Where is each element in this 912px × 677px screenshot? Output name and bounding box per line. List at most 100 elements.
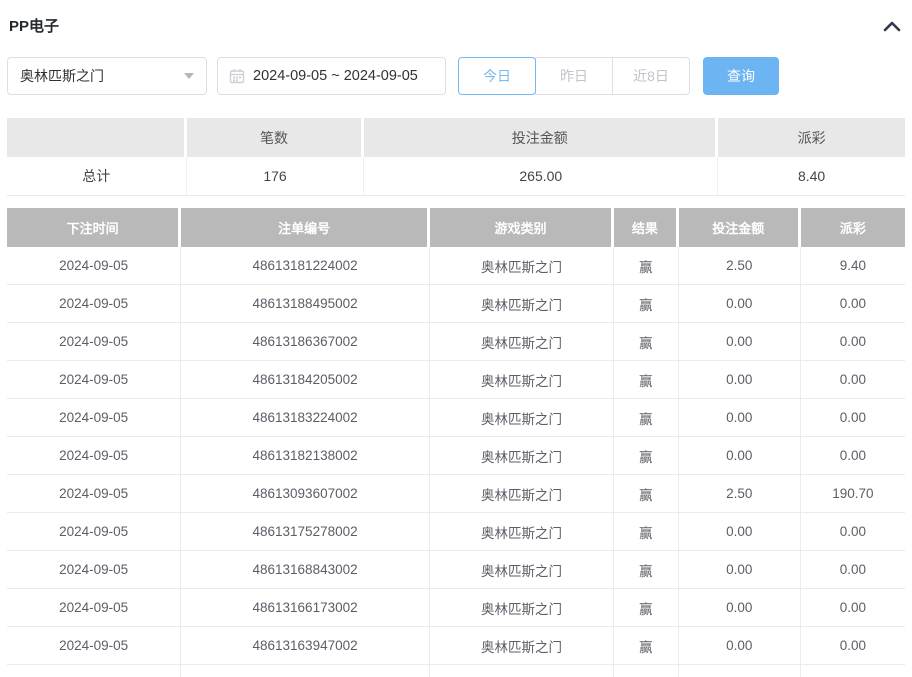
- payout-cell: 0.00: [801, 589, 905, 627]
- game-select[interactable]: 奥林匹斯之门: [7, 57, 207, 95]
- game-category-cell: 奥林匹斯之门: [430, 437, 614, 475]
- pp-dianzi-panel: PP电子 奥林匹斯之门: [0, 0, 912, 677]
- table-row: 2024-09-0548613093607002奥林匹斯之门赢2.50190.7…: [7, 475, 905, 513]
- table-row: 2024-09-0548613166173002奥林匹斯之门赢0.000.00: [7, 589, 905, 627]
- table-row: 2024-09-0548613168843002奥林匹斯之门赢0.000.00: [7, 551, 905, 589]
- order-number-cell: 48613182138002: [181, 437, 430, 475]
- header-order-number: 注单编号: [181, 208, 430, 247]
- payout-cell: 0.00: [801, 627, 905, 665]
- payout-cell: 0.00: [801, 551, 905, 589]
- bet-time-cell: 2024-09-05: [7, 399, 181, 437]
- table-row: 2024-09-0548613184205002奥林匹斯之门赢0.000.00: [7, 361, 905, 399]
- table-header-row: 下注时间 注单编号 游戏类别 结果 投注金额 派彩: [7, 208, 905, 247]
- header-bet-amount: 投注金额: [679, 208, 801, 247]
- bet-amount-cell: 0.00: [679, 285, 801, 323]
- game-category-cell: 奥林匹斯之门: [430, 285, 614, 323]
- bet-time-cell: 2024-09-05: [7, 361, 181, 399]
- game-category-cell: 奥林匹斯之门: [430, 589, 614, 627]
- summary-header-bet-amount: 投注金额: [364, 118, 718, 157]
- payout-cell: 9.40: [801, 247, 905, 285]
- game-category-cell: 奥林匹斯之门: [430, 627, 614, 665]
- summary-total-row: 总计 176 265.00 8.40: [7, 157, 905, 196]
- order-number-cell: 48613183224002: [181, 399, 430, 437]
- header-game-category: 游戏类别: [430, 208, 614, 247]
- payout-cell: [801, 665, 905, 677]
- result-cell: 赢: [614, 285, 679, 323]
- game-category-cell: 奥林匹斯之门: [430, 475, 614, 513]
- payout-cell: 0.00: [801, 285, 905, 323]
- payout-cell: 0.00: [801, 323, 905, 361]
- order-number-cell: 48613166173002: [181, 589, 430, 627]
- table-row: 2024-09-0548613175278002奥林匹斯之门赢0.000.00: [7, 513, 905, 551]
- order-number-cell: 48613186367002: [181, 323, 430, 361]
- bet-records-table: 下注时间 注单编号 游戏类别 结果 投注金额 派彩 2024-09-054861…: [7, 208, 905, 677]
- game-category-cell: 奥林匹斯之门: [430, 323, 614, 361]
- payout-cell: 0.00: [801, 513, 905, 551]
- order-number-cell: 48613093607002: [181, 475, 430, 513]
- bet-time-cell: 2024-09-05: [7, 285, 181, 323]
- game-category-cell: [430, 665, 614, 677]
- payout-cell: 0.00: [801, 399, 905, 437]
- date-range-input[interactable]: 2024-09-05 ~ 2024-09-05: [217, 57, 446, 95]
- order-number-cell: 48613184205002: [181, 361, 430, 399]
- bet-amount-cell: 0.00: [679, 513, 801, 551]
- bet-time-cell: [7, 665, 181, 677]
- table-row: 2024-09-0548613183224002奥林匹斯之门赢0.000.00: [7, 399, 905, 437]
- filter-bar: 奥林匹斯之门 2024-09-05 ~ 2024-09-05: [7, 57, 905, 95]
- game-category-cell: 奥林匹斯之门: [430, 513, 614, 551]
- summary-total-label: 总计: [7, 157, 187, 196]
- payout-cell: 0.00: [801, 437, 905, 475]
- bet-time-cell: 2024-09-05: [7, 437, 181, 475]
- result-cell: 赢: [614, 589, 679, 627]
- summary-table: 笔数 投注金额 派彩 总计 176 265.00 8.40: [7, 118, 905, 196]
- game-category-cell: 奥林匹斯之门: [430, 247, 614, 285]
- table-row-partial: [7, 665, 905, 677]
- date-range-value: 2024-09-05 ~ 2024-09-05: [253, 68, 418, 84]
- bet-time-cell: 2024-09-05: [7, 513, 181, 551]
- bet-time-cell: 2024-09-05: [7, 323, 181, 361]
- calendar-icon: [229, 68, 245, 84]
- page-title: PP电子: [9, 15, 59, 36]
- header-result: 结果: [614, 208, 679, 247]
- result-cell: 赢: [614, 361, 679, 399]
- payout-cell: 190.70: [801, 475, 905, 513]
- chevron-up-icon: [883, 20, 901, 35]
- bet-amount-cell: 0.00: [679, 361, 801, 399]
- summary-header-row: 笔数 投注金额 派彩: [7, 118, 905, 157]
- game-category-cell: 奥林匹斯之门: [430, 399, 614, 437]
- result-cell: 赢: [614, 323, 679, 361]
- date-quick-buttons: 今日 昨日 近8日: [458, 57, 690, 95]
- bet-amount-cell: [679, 665, 801, 677]
- collapse-panel-button[interactable]: [881, 18, 903, 34]
- summary-header-blank: [7, 118, 187, 157]
- bet-amount-cell: 0.00: [679, 399, 801, 437]
- summary-header-count: 笔数: [187, 118, 365, 157]
- last-8-days-button[interactable]: 近8日: [612, 57, 690, 95]
- chevron-down-icon: [184, 73, 194, 79]
- result-cell: 赢: [614, 513, 679, 551]
- bet-time-cell: 2024-09-05: [7, 247, 181, 285]
- summary-total-bet-amount: 265.00: [364, 157, 718, 196]
- table-row: 2024-09-0548613181224002奥林匹斯之门赢2.509.40: [7, 247, 905, 285]
- bet-time-cell: 2024-09-05: [7, 627, 181, 665]
- today-button[interactable]: 今日: [458, 57, 536, 95]
- result-cell: [614, 665, 679, 677]
- summary-total-payout: 8.40: [718, 157, 905, 196]
- game-category-cell: 奥林匹斯之门: [430, 361, 614, 399]
- order-number-cell: 48613163947002: [181, 627, 430, 665]
- bet-amount-cell: 0.00: [679, 323, 801, 361]
- summary-total-count: 176: [187, 157, 365, 196]
- bet-amount-cell: 2.50: [679, 247, 801, 285]
- summary-header-payout: 派彩: [718, 118, 905, 157]
- bet-time-cell: 2024-09-05: [7, 589, 181, 627]
- bet-time-cell: 2024-09-05: [7, 551, 181, 589]
- table-row: 2024-09-0548613182138002奥林匹斯之门赢0.000.00: [7, 437, 905, 475]
- yesterday-button[interactable]: 昨日: [535, 57, 613, 95]
- order-number-cell: 48613175278002: [181, 513, 430, 551]
- bet-amount-cell: 0.00: [679, 551, 801, 589]
- header-bet-time: 下注时间: [7, 208, 181, 247]
- table-row: 2024-09-0548613188495002奥林匹斯之门赢0.000.00: [7, 285, 905, 323]
- search-button[interactable]: 查询: [703, 57, 779, 95]
- bet-amount-cell: 0.00: [679, 589, 801, 627]
- panel-header: PP电子: [7, 0, 905, 36]
